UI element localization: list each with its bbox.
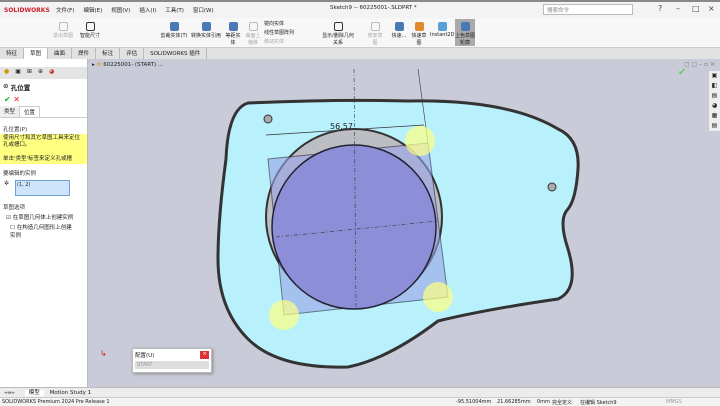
quick-snaps-button[interactable]: 快速... bbox=[390, 22, 408, 39]
rapid-sketch-button[interactable]: 快速草图 bbox=[410, 22, 428, 46]
hole-position-icon: ⊙ bbox=[3, 82, 11, 90]
cancel-icon[interactable]: ✕ bbox=[13, 95, 20, 104]
move-entities-button[interactable]: 移动实体 bbox=[264, 38, 284, 45]
menu-tools[interactable]: 工具(T) bbox=[165, 8, 184, 14]
solidworks-logo: SOLIDWORKS bbox=[4, 6, 50, 14]
bottom-tabs: ◂◂▸▸ 模型 Motion Study 1 bbox=[0, 387, 720, 397]
menu-bar: 文件(F) 编辑(E) 视图(V) 插入(I) 工具(T) 窗口(W) bbox=[56, 6, 223, 14]
option-label-2: 在构造几何图形上创建实例 bbox=[10, 225, 72, 239]
display-relations-button[interactable]: 显示/删除几何关系 bbox=[320, 22, 356, 46]
help-icon[interactable]: ? bbox=[658, 4, 662, 13]
tab-features[interactable]: 特征 bbox=[0, 48, 25, 59]
menu-file[interactable]: 文件(F) bbox=[56, 8, 74, 14]
mirror-entities-button[interactable]: 镜向实体 bbox=[264, 20, 284, 27]
configuration-select[interactable]: START bbox=[135, 361, 209, 369]
manager-tabs: ● ▣ ⊞ ⊕ ◕ bbox=[0, 67, 87, 79]
property-manager-icon[interactable]: ▣ bbox=[15, 68, 21, 78]
tab-evaluate[interactable]: 评估 bbox=[120, 48, 145, 59]
dimension-56-57: 56.57 bbox=[330, 122, 353, 131]
property-manager: ● ▣ ⊞ ⊕ ◕ ⊙ 孔位置 ✔ ✕ 类型 位置 孔位置(P) 使用尺寸和其它草图工具… bbox=[0, 59, 88, 387]
z-coord: 0mm bbox=[537, 399, 550, 405]
tab-surfaces[interactable]: 曲面 bbox=[48, 48, 73, 59]
tab-position[interactable]: 位置 bbox=[19, 106, 41, 117]
axis-triad-icon: ↳ bbox=[100, 349, 107, 358]
section-instances[interactable]: 要编辑的实例 bbox=[0, 168, 87, 178]
section-hole-position[interactable]: 孔位置(P) bbox=[0, 124, 87, 134]
menu-view[interactable]: 视图(V) bbox=[111, 8, 130, 14]
search-commands-input[interactable]: 搜索命令 bbox=[543, 4, 633, 15]
tab-addins[interactable]: SOLIDWORKS 插件 bbox=[144, 48, 208, 59]
ok-icon[interactable]: ✔ bbox=[4, 95, 11, 104]
tab-weldments[interactable]: 焊件 bbox=[72, 48, 97, 59]
document-title: Sketch9 -- 60225001-.SLDPRT * bbox=[330, 5, 417, 11]
hole-highlight bbox=[269, 300, 299, 330]
command-manager-tabs: 特征 草图 曲面 焊件 标注 评估 SOLIDWORKS 插件 bbox=[0, 48, 720, 59]
checkbox-on-geometry[interactable]: ☑ bbox=[6, 215, 11, 221]
tab-type[interactable]: 类型 bbox=[0, 106, 20, 117]
section-sketch-options[interactable]: 草图选项 bbox=[0, 202, 87, 212]
display-manager-icon[interactable]: ◕ bbox=[49, 68, 54, 78]
hint-text-2: 单击'类型'标签来定义孔或槽 bbox=[3, 156, 73, 162]
checkbox-on-construction[interactable]: ☐ bbox=[10, 225, 15, 231]
instances-list[interactable]: (1, 2) bbox=[15, 180, 71, 196]
offset-entities-button[interactable]: 等距实体 bbox=[224, 22, 242, 46]
popup-close-button[interactable]: × bbox=[200, 351, 209, 359]
tab-markup[interactable]: 标注 bbox=[96, 48, 121, 59]
repair-sketch-button[interactable]: 修复草图 bbox=[366, 22, 384, 46]
menu-window[interactable]: 窗口(W) bbox=[193, 8, 214, 14]
config-manager-icon[interactable]: ⊞ bbox=[27, 68, 32, 78]
graphics-area[interactable]: ▸ ⚙ 60225001- (START) ... 56.57 ▢ ▢ – ▫ … bbox=[88, 59, 720, 387]
hole-highlight bbox=[423, 282, 453, 312]
hole-highlight bbox=[405, 126, 435, 156]
instant2d-button[interactable]: Instant2D bbox=[430, 22, 454, 38]
minimize-button[interactable]: – bbox=[676, 4, 680, 13]
smart-dimension-button[interactable]: 智能尺寸 bbox=[78, 22, 102, 39]
panel-title: 孔位置 bbox=[10, 84, 31, 92]
nav-arrows[interactable]: ◂◂▸▸ bbox=[4, 390, 15, 396]
units-button[interactable]: MMGS bbox=[666, 399, 682, 405]
confirm-corner-icon[interactable]: ✔ bbox=[678, 67, 686, 78]
close-button[interactable]: × bbox=[708, 4, 715, 13]
sketch-canvas: 56.57 bbox=[216, 68, 580, 369]
command-ribbon: 退出草图 智能尺寸 剪裁实体(T) 转换实体引用 等距实体 曲面上偏移 镜向实体… bbox=[0, 18, 720, 48]
dimxpert-icon[interactable]: ⊕ bbox=[38, 68, 43, 78]
exit-sketch-button[interactable]: 退出草图 bbox=[50, 22, 76, 39]
hint-text: 使用尺寸和其它草图工具来定位孔或槽口。 bbox=[3, 135, 81, 148]
task-pane-tabs[interactable]: ▣ ◧ ▤ ◕ ▦ ▤ bbox=[709, 71, 720, 131]
small-hole bbox=[547, 182, 557, 192]
version-text: SOLIDWORKS Premium 2024 Pre Release 1 bbox=[2, 399, 110, 405]
y-coord: 21.66285mm bbox=[497, 399, 531, 405]
convert-entities-button[interactable]: 转换实体引用 bbox=[190, 22, 222, 39]
editing-status: 在编辑 Sketch9 bbox=[580, 400, 617, 406]
small-hole bbox=[263, 114, 273, 124]
popup-title: 配置(U) bbox=[135, 353, 155, 359]
feature-tree-icon[interactable]: ● bbox=[4, 68, 9, 78]
instance-icon: ✲ bbox=[4, 180, 10, 187]
hole-circle bbox=[271, 144, 437, 310]
viewport-controls[interactable]: ▢ ▢ – ▫ × bbox=[684, 61, 715, 68]
shaded-sketch-contours-button[interactable]: 上色草图轮廓 bbox=[455, 19, 475, 46]
tab-motion-study[interactable]: Motion Study 1 bbox=[46, 390, 96, 396]
menu-edit[interactable]: 编辑(E) bbox=[83, 8, 102, 14]
configuration-popup: 配置(U) × START bbox=[132, 348, 212, 373]
x-coord: -95.51004mm bbox=[456, 399, 492, 405]
trim-entities-button[interactable]: 剪裁实体(T) bbox=[160, 22, 188, 39]
tab-sketch[interactable]: 草图 bbox=[24, 48, 49, 59]
status-bar: SOLIDWORKS Premium 2024 Pre Release 1 -9… bbox=[0, 397, 720, 406]
tab-model[interactable]: 模型 bbox=[24, 390, 44, 396]
hint-box: 使用尺寸和其它草图工具来定位孔或槽口。单击'类型'标签来定义孔或槽 bbox=[0, 134, 87, 164]
surface-offset-button[interactable]: 曲面上偏移 bbox=[244, 22, 262, 46]
maximize-button[interactable]: □ bbox=[692, 4, 700, 13]
sketch-state: 完全定义 bbox=[552, 400, 573, 406]
option-label: 在草图几何体上创建实例 bbox=[12, 215, 74, 221]
menu-insert[interactable]: 插入(I) bbox=[139, 8, 156, 14]
linear-pattern-button[interactable]: 线性草图阵列 bbox=[264, 29, 294, 36]
